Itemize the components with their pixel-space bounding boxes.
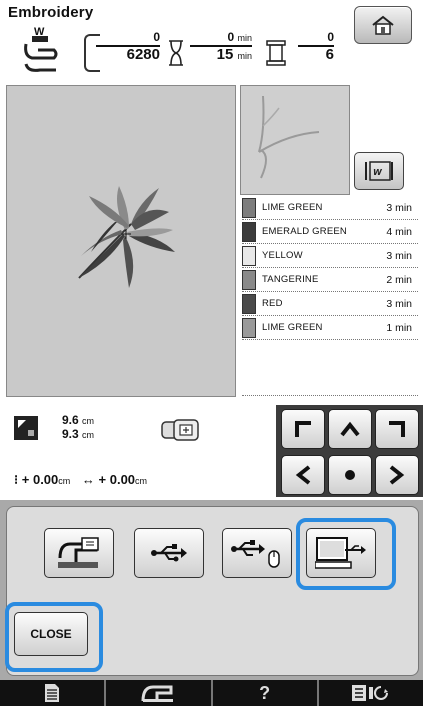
frame-zoom-icon: W: [365, 161, 393, 181]
usb-icon: [151, 544, 187, 562]
horizontal-offset-value: + 0.00: [98, 472, 136, 487]
sewing-machine-icon: [141, 685, 174, 702]
arrow-up-right-icon: [389, 421, 405, 437]
horizontal-offset-icon: ↔: [81, 472, 95, 487]
arrow-left-icon: [295, 465, 311, 485]
save-to-usb-mouse-port-button[interactable]: [222, 528, 292, 578]
computer-usb-icon: [315, 537, 366, 569]
design-height-unit: cm: [82, 416, 95, 426]
help-button[interactable]: ?: [213, 680, 319, 706]
move-up-left-button[interactable]: [281, 409, 325, 449]
move-right-button[interactable]: [375, 455, 419, 495]
thread-color-time: 3 min: [386, 297, 412, 310]
thread-color-time: 3 min: [386, 201, 412, 214]
settings-icon: [351, 685, 388, 701]
stitch-count: 0 6280: [96, 30, 160, 63]
embroidery-frame-icon: [161, 419, 199, 441]
embroidery-screen: Embroidery W 0 6280 0 min 15 min 0 6 W L…: [0, 0, 423, 706]
hourglass-icon: [169, 40, 183, 66]
home-button[interactable]: [354, 6, 412, 44]
move-up-right-button[interactable]: [375, 409, 419, 449]
thread-swatch: [242, 293, 256, 314]
thread-color-name: LIME GREEN: [262, 322, 323, 333]
thread-color-row[interactable]: TANGERINE 2 min: [242, 268, 418, 292]
arrow-up-left-icon: [295, 421, 311, 437]
time-total: 15: [216, 46, 234, 63]
design-thumbnail: [240, 85, 350, 195]
question-icon: ?: [259, 682, 271, 703]
thread-color-time: 1 min: [386, 321, 412, 334]
design-width: 9.3 cm: [62, 427, 94, 441]
thread-color-time: 3 min: [386, 249, 412, 262]
time-current: 0: [227, 30, 235, 44]
vertical-offset-value: + 0.00: [21, 472, 59, 487]
design-width-unit: cm: [82, 430, 95, 440]
thread-color-row[interactable]: LIME GREEN 3 min: [242, 196, 418, 220]
color-total: 6: [325, 46, 334, 63]
thread-color-time: 2 min: [386, 273, 412, 286]
thumbnail-design-image: [258, 95, 320, 179]
machine-info-button[interactable]: [106, 680, 213, 706]
color-count: 0 6: [298, 30, 334, 63]
usb-mouse-icon: [231, 540, 280, 568]
thread-swatch: [242, 245, 256, 266]
machine-status-icon: W: [18, 26, 64, 74]
machine-memory-icon: [58, 537, 99, 568]
thread-color-name: TANGERINE: [262, 274, 319, 285]
move-left-button[interactable]: [281, 455, 325, 495]
vertical-offset-unit: cm: [58, 476, 71, 486]
arrow-right-icon: [389, 465, 405, 485]
center-dot-icon: [345, 470, 355, 480]
save-to-computer-button[interactable]: [306, 528, 376, 578]
settings-button[interactable]: [319, 680, 423, 706]
design-height-value: 9.6: [62, 413, 79, 427]
design-position: ⁝ + 0.00cm ↔ + 0.00cm: [14, 472, 147, 488]
thread-color-list-empty-row: [242, 335, 418, 396]
time-unit-bottom: min: [237, 51, 252, 61]
document-button[interactable]: [0, 680, 107, 706]
spool-icon: [266, 40, 286, 66]
thread-swatch: [242, 221, 256, 242]
sewing-status: W 0 6280 0 min 15 min 0 6: [18, 26, 348, 78]
thread-color-row[interactable]: RED 3 min: [242, 292, 418, 316]
horizontal-offset-unit: cm: [135, 476, 148, 486]
stitch-total: 6280: [126, 46, 160, 63]
save-to-usb-button[interactable]: [134, 528, 204, 578]
move-up-button[interactable]: [328, 409, 372, 449]
thread-color-list: LIME GREEN 3 min EMERALD GREEN 4 min YELLOW 3…: [242, 196, 418, 340]
zoom-frame-button[interactable]: W: [354, 152, 404, 190]
thread-color-time: 4 min: [386, 225, 412, 238]
bottom-toolbar: ?: [0, 680, 423, 706]
arrow-up-icon: [340, 421, 360, 437]
size-icon: [14, 416, 38, 440]
thread-swatch: [242, 197, 256, 218]
thread-swatch: [242, 269, 256, 290]
close-button[interactable]: CLOSE: [14, 612, 88, 656]
sewing-time: 0 min 15 min: [190, 30, 252, 64]
vertical-offset-icon: ⁝: [14, 472, 19, 487]
thread-color-name: EMERALD GREEN: [262, 226, 347, 237]
design-height: 9.6 cm: [62, 413, 94, 427]
thread-color-name: RED: [262, 298, 283, 309]
thread-color-name: YELLOW: [262, 250, 303, 261]
move-center-button[interactable]: [328, 455, 372, 495]
home-icon: [372, 15, 394, 35]
thread-color-name: LIME GREEN: [262, 202, 323, 213]
time-unit-top: min: [237, 33, 252, 43]
save-to-machine-button[interactable]: [44, 528, 114, 578]
thread-color-row[interactable]: EMERALD GREEN 4 min: [242, 220, 418, 244]
page-title: Embroidery: [8, 4, 94, 21]
embroidery-design-image: [78, 186, 175, 288]
document-icon: [45, 684, 60, 702]
design-width-value: 9.3: [62, 427, 79, 441]
color-current: 0: [298, 30, 334, 47]
embroidery-preview: [6, 85, 236, 397]
thread-color-row[interactable]: YELLOW 3 min: [242, 244, 418, 268]
svg-text:W: W: [373, 168, 383, 177]
stitch-current: 0: [96, 30, 160, 47]
